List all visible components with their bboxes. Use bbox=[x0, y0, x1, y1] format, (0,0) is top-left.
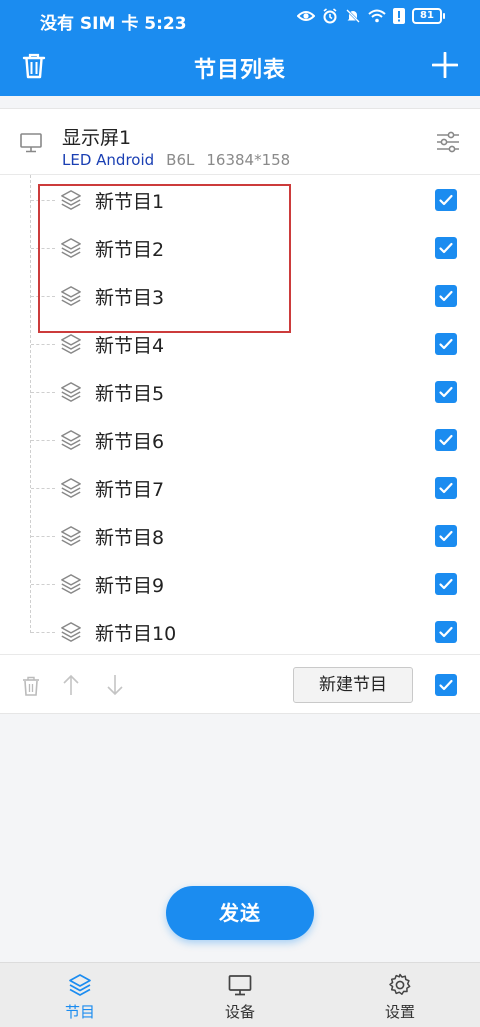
program-row[interactable]: 新节目6 bbox=[0, 416, 480, 464]
program-checkbox[interactable] bbox=[435, 429, 457, 451]
program-checkbox[interactable] bbox=[435, 285, 457, 307]
program-row[interactable]: 新节目8 bbox=[0, 512, 480, 560]
eye-icon bbox=[297, 11, 315, 21]
layers-icon bbox=[61, 190, 81, 210]
check-icon bbox=[439, 194, 453, 206]
check-icon bbox=[439, 242, 453, 254]
tree-branch bbox=[31, 344, 55, 345]
program-row[interactable]: 新节目1 bbox=[0, 176, 480, 224]
check-icon bbox=[439, 530, 453, 542]
alarm-icon bbox=[323, 8, 337, 24]
check-icon bbox=[439, 290, 453, 302]
select-all-checkbox[interactable] bbox=[435, 674, 457, 696]
program-label: 新节目3 bbox=[95, 287, 165, 309]
program-checkbox[interactable] bbox=[435, 237, 457, 259]
tree-branch bbox=[31, 536, 55, 537]
device-meta: LED Android B6L 16384*158 bbox=[62, 151, 290, 169]
layers-icon bbox=[61, 430, 81, 450]
arrow-up-icon[interactable] bbox=[62, 674, 80, 696]
alert-icon bbox=[393, 8, 405, 24]
bottom-nav: 节目 设备 设置 bbox=[0, 962, 480, 1027]
program-list-card: 显示屏1 LED Android B6L 16384*158 新节目1 新节目2 新… bbox=[0, 108, 480, 714]
program-checkbox[interactable] bbox=[435, 525, 457, 547]
tree-branch bbox=[31, 440, 55, 441]
status-carrier-time: 没有 SIM 卡 5:23 bbox=[40, 14, 187, 34]
nav-label: 设置 bbox=[384, 1003, 415, 1021]
page-title: 节目列表 bbox=[193, 58, 286, 83]
tree-branch bbox=[31, 296, 55, 297]
program-checkbox[interactable] bbox=[435, 381, 457, 403]
status-bar: 没有 SIM 卡 5:23 81 bbox=[0, 0, 480, 40]
wifi-icon bbox=[368, 9, 386, 23]
program-label: 新节目5 bbox=[95, 383, 165, 405]
program-label: 新节目4 bbox=[95, 335, 165, 357]
nav-item-settings[interactable]: 设置 bbox=[320, 963, 480, 1027]
delete-icon[interactable] bbox=[22, 676, 40, 696]
tree-branch bbox=[31, 200, 55, 201]
arrow-down-icon[interactable] bbox=[106, 674, 124, 696]
program-label: 新节目1 bbox=[95, 191, 165, 213]
action-row: 新建节目 bbox=[0, 654, 480, 714]
app-header: 没有 SIM 卡 5:23 81 节目列表 bbox=[0, 0, 480, 96]
check-icon bbox=[439, 338, 453, 350]
check-icon bbox=[439, 626, 453, 638]
program-label: 新节目2 bbox=[95, 239, 165, 261]
nav-label: 设备 bbox=[224, 1003, 255, 1021]
layers-icon bbox=[61, 574, 81, 594]
program-label: 新节目6 bbox=[95, 431, 165, 453]
check-icon bbox=[439, 386, 453, 398]
monitor-icon bbox=[228, 975, 252, 996]
program-row[interactable]: 新节目10 bbox=[0, 608, 480, 656]
layers-icon bbox=[61, 526, 81, 546]
layers-icon bbox=[69, 974, 91, 996]
program-row[interactable]: 新节目2 bbox=[0, 224, 480, 272]
send-button[interactable]: 发送 bbox=[166, 886, 314, 940]
layers-icon bbox=[61, 238, 81, 258]
tree-branch bbox=[31, 392, 55, 393]
program-checkbox[interactable] bbox=[435, 333, 457, 355]
nav-label: 节目 bbox=[64, 1003, 95, 1021]
program-row[interactable]: 新节目7 bbox=[0, 464, 480, 512]
monitor-icon bbox=[20, 133, 42, 153]
program-label: 新节目10 bbox=[95, 623, 177, 645]
gear-icon bbox=[389, 973, 411, 995]
mute-bell-icon bbox=[346, 9, 360, 23]
sliders-icon[interactable] bbox=[436, 131, 460, 153]
device-row[interactable]: 显示屏1 LED Android B6L 16384*158 bbox=[0, 109, 480, 175]
device-model: B6L bbox=[166, 151, 195, 169]
program-row[interactable]: 新节目4 bbox=[0, 320, 480, 368]
device-resolution: 16384*158 bbox=[206, 151, 291, 169]
program-checkbox[interactable] bbox=[435, 573, 457, 595]
program-row[interactable]: 新节目9 bbox=[0, 560, 480, 608]
layers-icon bbox=[61, 478, 81, 498]
program-label: 新节目9 bbox=[95, 575, 165, 597]
layers-icon bbox=[61, 382, 81, 402]
tree-branch bbox=[31, 632, 55, 633]
program-checkbox[interactable] bbox=[435, 621, 457, 643]
layers-icon bbox=[61, 334, 81, 354]
device-name: 显示屏1 bbox=[62, 127, 132, 149]
device-platform: LED Android bbox=[62, 151, 155, 169]
battery-icon: 81 bbox=[412, 8, 445, 24]
program-row[interactable]: 新节目5 bbox=[0, 368, 480, 416]
check-icon bbox=[439, 482, 453, 494]
check-icon bbox=[439, 578, 453, 590]
tree-branch bbox=[31, 488, 55, 489]
program-label: 新节目8 bbox=[95, 527, 165, 549]
program-label: 新节目7 bbox=[95, 479, 165, 501]
tree-branch bbox=[31, 584, 55, 585]
nav-item-programs[interactable]: 节目 bbox=[0, 963, 160, 1027]
check-icon bbox=[439, 434, 453, 446]
status-icons: 81 bbox=[297, 8, 445, 24]
layers-icon bbox=[61, 622, 81, 642]
layers-icon bbox=[61, 286, 81, 306]
program-checkbox[interactable] bbox=[435, 477, 457, 499]
program-row[interactable]: 新节目3 bbox=[0, 272, 480, 320]
new-program-button[interactable]: 新建节目 bbox=[293, 667, 413, 703]
nav-item-devices[interactable]: 设备 bbox=[160, 963, 320, 1027]
check-icon bbox=[439, 679, 453, 691]
add-icon[interactable] bbox=[432, 52, 458, 78]
tree-branch bbox=[31, 248, 55, 249]
program-checkbox[interactable] bbox=[435, 189, 457, 211]
